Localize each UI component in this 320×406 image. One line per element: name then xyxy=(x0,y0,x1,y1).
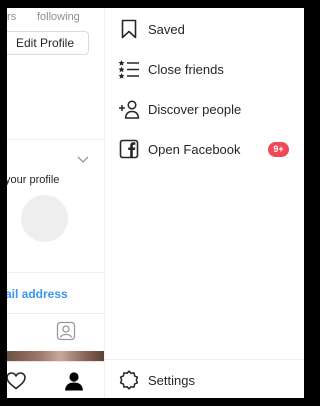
tagged-photos-icon[interactable] xyxy=(56,321,76,346)
menu-item-settings[interactable]: Settings xyxy=(105,363,304,397)
edit-profile-button[interactable]: Edit Profile xyxy=(7,31,89,55)
followers-label[interactable]: wers xyxy=(7,11,16,23)
menu-item-discover-people[interactable]: Discover people xyxy=(105,92,304,126)
menu-item-label: Discover people xyxy=(148,101,242,117)
profile-photo-placeholder[interactable] xyxy=(21,195,68,242)
menu-item-label: Open Facebook xyxy=(148,141,241,157)
side-menu-drawer: Saved Close friends Discover people Open… xyxy=(104,8,304,398)
notification-badge: 9+ xyxy=(268,141,289,157)
profile-background: wers following Edit Profile your profile… xyxy=(7,8,104,398)
phone-screen: wers following Edit Profile your profile… xyxy=(7,8,304,398)
divider xyxy=(105,359,304,360)
menu-item-close-friends[interactable]: Close friends xyxy=(105,52,304,86)
menu-item-open-facebook[interactable]: Open Facebook 9+ xyxy=(105,132,304,166)
divider xyxy=(7,313,104,314)
divider xyxy=(7,272,104,273)
menu-item-label: Settings xyxy=(148,372,195,388)
add-person-icon xyxy=(118,98,140,120)
bottom-nav xyxy=(7,361,104,398)
post-thumbnail[interactable] xyxy=(7,351,104,361)
close-friends-list-icon xyxy=(118,58,140,80)
profile-tab-icon[interactable] xyxy=(64,371,84,396)
settings-gear-icon xyxy=(118,369,140,391)
chevron-down-icon[interactable] xyxy=(77,151,89,169)
facebook-icon xyxy=(118,138,140,160)
divider xyxy=(7,139,104,140)
add-email-link[interactable]: ail address xyxy=(7,287,68,301)
bookmark-icon xyxy=(118,18,140,40)
menu-item-label: Close friends xyxy=(148,61,224,77)
menu-item-label: Saved xyxy=(148,21,185,37)
menu-item-saved[interactable]: Saved xyxy=(105,12,304,46)
complete-profile-text: your profile xyxy=(7,174,60,186)
following-label[interactable]: following xyxy=(37,11,80,23)
heart-icon[interactable] xyxy=(7,372,26,395)
